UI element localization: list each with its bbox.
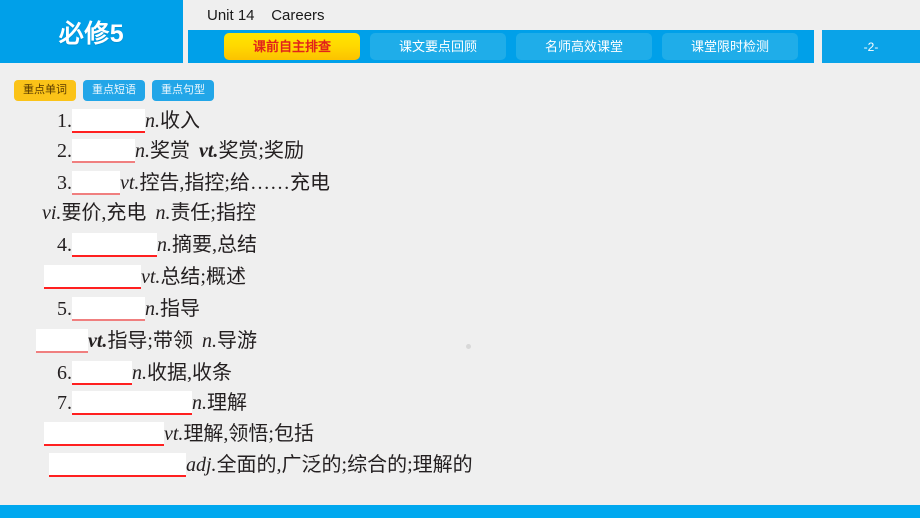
page-header: 必修5 Unit 14 Careers 课前自主排查 课文要点回顾 名师高效课堂… xyxy=(0,0,920,70)
answer-blank-7b[interactable] xyxy=(44,422,164,446)
entry-def-2b: 奖赏;奖励 xyxy=(218,140,304,162)
entry-def-4a: 摘要,总结 xyxy=(172,234,257,256)
entry-pos-6a: n. xyxy=(132,362,147,384)
vocab-entry-3-cont: vi.要价,充电 n.责任;指控 xyxy=(42,198,256,228)
page-number-badge: -2- xyxy=(822,30,920,63)
answer-blank-4a[interactable] xyxy=(72,233,157,257)
entry-pos-1a: n. xyxy=(145,110,160,132)
entry-pos-3b: vi. xyxy=(42,202,62,224)
entry-def-7c: 全面的,广泛的;综合的;理解的 xyxy=(216,454,473,476)
entry-number-7: 7. xyxy=(57,392,72,414)
entry-number-2: 2. xyxy=(57,140,72,162)
footer-accent-bar xyxy=(0,505,920,518)
answer-blank-7a[interactable] xyxy=(72,391,192,415)
vocab-entry-5-cont: vt.指导;带领 n.导游 xyxy=(36,326,257,356)
vocab-entry-4-cont: vt.总结;概述 xyxy=(44,262,246,292)
entry-number-3: 3. xyxy=(57,172,72,194)
section-tabbar: 课前自主排查 课文要点回顾 名师高效课堂 课堂限时检测 xyxy=(188,30,814,63)
entry-number-6: 6. xyxy=(57,362,72,384)
subtab-key-sentences[interactable]: 重点句型 xyxy=(152,80,214,101)
answer-blank-5a[interactable] xyxy=(72,297,145,321)
tab-text-key-points-review[interactable]: 课文要点回顾 xyxy=(370,33,506,60)
vocab-entry-7: 7. n.理解 xyxy=(57,388,247,418)
answer-blank-1[interactable] xyxy=(72,109,145,133)
textbook-logo-label: 必修5 xyxy=(58,19,125,48)
entry-pos-5c: n. xyxy=(202,330,217,352)
entry-def-6a: 收据,收条 xyxy=(147,362,232,384)
answer-blank-5b[interactable] xyxy=(36,329,88,353)
entry-def-4b: 总结;概述 xyxy=(160,266,246,288)
entry-def-5c: 导游 xyxy=(217,330,257,352)
entry-number-5: 5. xyxy=(57,298,72,320)
entry-pos-4a: n. xyxy=(157,234,172,256)
entry-def-3c: 责任;指控 xyxy=(170,202,256,224)
entry-def-7a: 理解 xyxy=(207,392,247,414)
answer-blank-4b[interactable] xyxy=(44,265,141,289)
entry-pos-5a: n. xyxy=(145,298,160,320)
entry-pos-2a: n. xyxy=(135,140,150,162)
tab-pre-class-self-check[interactable]: 课前自主排查 xyxy=(224,33,360,60)
vocab-entry-5: 5. n.指导 xyxy=(57,294,200,324)
subtab-key-phrases[interactable]: 重点短语 xyxy=(83,80,145,101)
entry-def-3a: 控告,指控;给……充电 xyxy=(139,172,330,194)
entry-def-5a: 指导 xyxy=(160,298,200,320)
entry-def-7b: 理解,领悟;包括 xyxy=(183,423,314,445)
tab-teacher-efficient-class[interactable]: 名师高效课堂 xyxy=(516,33,652,60)
vocab-entry-4: 4. n.摘要,总结 xyxy=(57,230,257,260)
unit-title: Unit 14 Careers xyxy=(207,7,325,24)
answer-blank-2[interactable] xyxy=(72,139,135,163)
watermark-dot xyxy=(466,344,471,349)
vocab-entry-7-cont2: adj.全面的,广泛的;综合的;理解的 xyxy=(49,450,473,480)
vocab-entry-3: 3. vt.控告,指控;给……充电 xyxy=(57,168,330,198)
vocabulary-list: 1. n.收入 2. n.奖赏 vt.奖赏;奖励 3. vt.控告,指控;给……充电 v… xyxy=(0,104,920,477)
entry-pos-3a: vt. xyxy=(120,172,140,194)
tab-in-class-timed-test[interactable]: 课堂限时检测 xyxy=(662,33,798,60)
vocab-entry-1: 1. n.收入 xyxy=(57,106,200,136)
vocab-entry-7-cont1: vt.理解,领悟;包括 xyxy=(44,419,314,449)
entry-def-2a: 奖赏 xyxy=(150,140,190,162)
entry-def-5b: 指导;带领 xyxy=(107,330,193,352)
answer-blank-6[interactable] xyxy=(72,361,132,385)
answer-blank-7c[interactable] xyxy=(49,453,186,477)
vocab-entry-2: 2. n.奖赏 vt.奖赏;奖励 xyxy=(57,136,304,166)
entry-pos-5b: vt. xyxy=(88,330,108,352)
entry-pos-7c: adj. xyxy=(186,454,217,476)
entry-pos-2b: vt. xyxy=(199,140,219,162)
entry-def-3b: 要价,充电 xyxy=(61,202,147,224)
entry-pos-7b: vt. xyxy=(164,423,184,445)
entry-def-1a: 收入 xyxy=(160,110,200,132)
entry-number-4: 4. xyxy=(57,234,72,256)
textbook-logo-block: 必修5 xyxy=(0,0,183,63)
entry-pos-3c: n. xyxy=(155,202,171,224)
content-category-tabs: 重点单词 重点短语 重点句型 xyxy=(14,80,214,101)
entry-number-1: 1. xyxy=(57,110,72,132)
entry-pos-4b: vt. xyxy=(141,266,161,288)
vocab-entry-6: 6. n.收据,收条 xyxy=(57,358,232,388)
subtab-key-words[interactable]: 重点单词 xyxy=(14,80,76,101)
answer-blank-3[interactable] xyxy=(72,171,120,195)
entry-pos-7a: n. xyxy=(192,392,207,414)
